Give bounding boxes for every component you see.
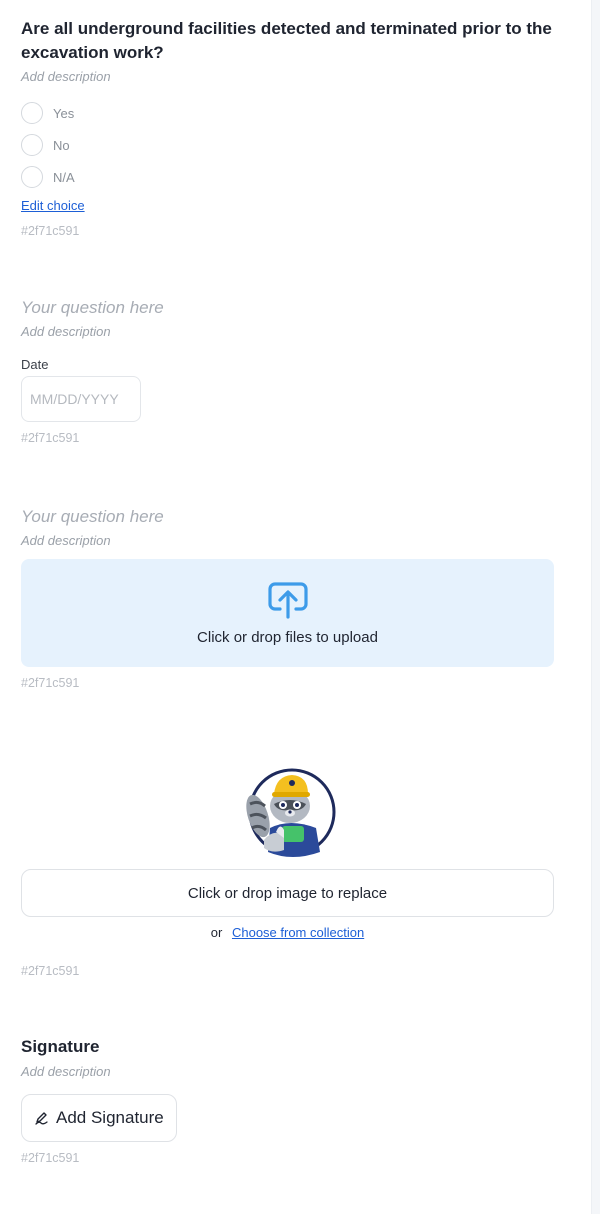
collection-row: or Choose from collection xyxy=(21,925,554,940)
question-id: #2f71c591 xyxy=(21,431,80,445)
date-field-label: Date xyxy=(21,357,49,372)
edit-choice-link[interactable]: Edit choice xyxy=(21,198,85,213)
file-upload-dropzone[interactable]: Click or drop files to upload xyxy=(21,559,554,667)
radio-button[interactable] xyxy=(21,166,43,188)
question-id: #2f71c591 xyxy=(21,676,80,690)
signature-title[interactable]: Signature xyxy=(21,1035,561,1059)
question-id: #2f71c591 xyxy=(21,1151,80,1165)
add-signature-button[interactable]: Add Signature xyxy=(21,1094,177,1142)
radio-button[interactable] xyxy=(21,134,43,156)
upload-icon xyxy=(267,581,308,619)
pen-signature-icon xyxy=(35,1112,48,1125)
question-id: #2f71c591 xyxy=(21,224,80,238)
choice-label: N/A xyxy=(53,169,75,185)
choice-list: Yes No N/A xyxy=(21,101,561,189)
choose-from-collection-link[interactable]: Choose from collection xyxy=(232,925,364,940)
raccoon-mascot-image xyxy=(245,768,335,857)
question-title[interactable]: Are all underground facilities detected … xyxy=(21,17,561,65)
date-input[interactable] xyxy=(21,376,141,422)
scrollbar-track[interactable] xyxy=(591,0,600,1214)
add-signature-label: Add Signature xyxy=(56,1108,164,1127)
question-title[interactable]: Your question here xyxy=(21,296,561,320)
question-title[interactable]: Your question here xyxy=(21,505,561,529)
choice-no[interactable]: No xyxy=(21,133,561,157)
question-id: #2f71c591 xyxy=(21,964,80,978)
question-block-2: Your question here Add description Date … xyxy=(21,296,561,445)
choice-yes[interactable]: Yes xyxy=(21,101,561,125)
choice-label: Yes xyxy=(53,105,75,121)
choice-label: No xyxy=(53,137,70,153)
question-description[interactable]: Add description xyxy=(21,69,561,84)
or-text: or xyxy=(210,925,223,940)
question-description[interactable]: Add description xyxy=(21,1064,561,1079)
choice-na[interactable]: N/A xyxy=(21,165,561,189)
signature-block: Signature Add description Add Signature … xyxy=(21,1035,561,1165)
radio-button[interactable] xyxy=(21,102,43,124)
question-block-1: Are all underground facilities detected … xyxy=(21,17,561,238)
image-block: Click or drop image to replace or Choose… xyxy=(21,766,561,978)
question-description[interactable]: Add description xyxy=(21,533,561,548)
image-preview[interactable] xyxy=(21,766,554,862)
upload-text: Click or drop files to upload xyxy=(197,628,378,646)
question-description[interactable]: Add description xyxy=(21,324,561,339)
question-block-3: Your question here Add description Click… xyxy=(21,505,561,690)
replace-image-button[interactable]: Click or drop image to replace xyxy=(21,869,554,917)
